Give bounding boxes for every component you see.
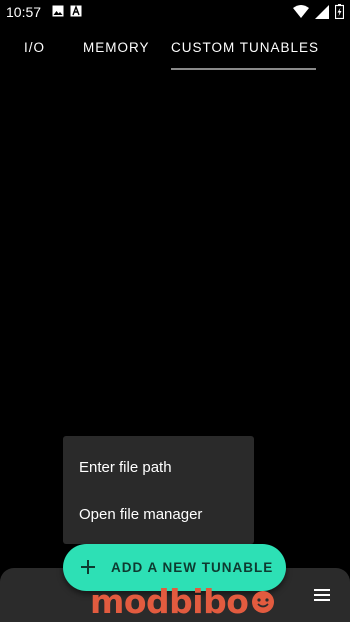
signal-icon — [315, 4, 329, 19]
status-bar: 10:57 — [0, 0, 350, 24]
add-new-tunable-label: ADD A NEW TUNABLE — [111, 560, 274, 575]
hamburger-menu-icon[interactable] — [312, 587, 332, 603]
tab-memory[interactable]: MEMORY — [83, 40, 150, 55]
wifi-icon — [293, 5, 309, 18]
plus-icon — [81, 560, 95, 574]
a-icon — [70, 5, 82, 17]
image-icon — [52, 5, 64, 17]
modbibo-watermark-logo: modbibo — [90, 584, 276, 620]
smiley-face-icon — [252, 591, 275, 613]
menu-item-enter-file-path[interactable]: Enter file path — [79, 459, 172, 476]
tab-bar: I/O MEMORY CUSTOM TUNABLES — [0, 24, 350, 70]
status-time: 10:57 — [6, 4, 42, 20]
status-left-icons — [52, 5, 82, 17]
tab-custom-tunables[interactable]: CUSTOM TUNABLES — [171, 40, 319, 55]
menu-item-open-file-manager[interactable]: Open file manager — [79, 506, 202, 523]
battery-icon — [335, 4, 344, 19]
status-right-icons — [293, 4, 344, 19]
watermark-text: modbibo — [90, 582, 249, 621]
tab-io[interactable]: I/O — [24, 40, 45, 55]
add-tunable-menu: Enter file path Open file manager — [63, 436, 254, 544]
